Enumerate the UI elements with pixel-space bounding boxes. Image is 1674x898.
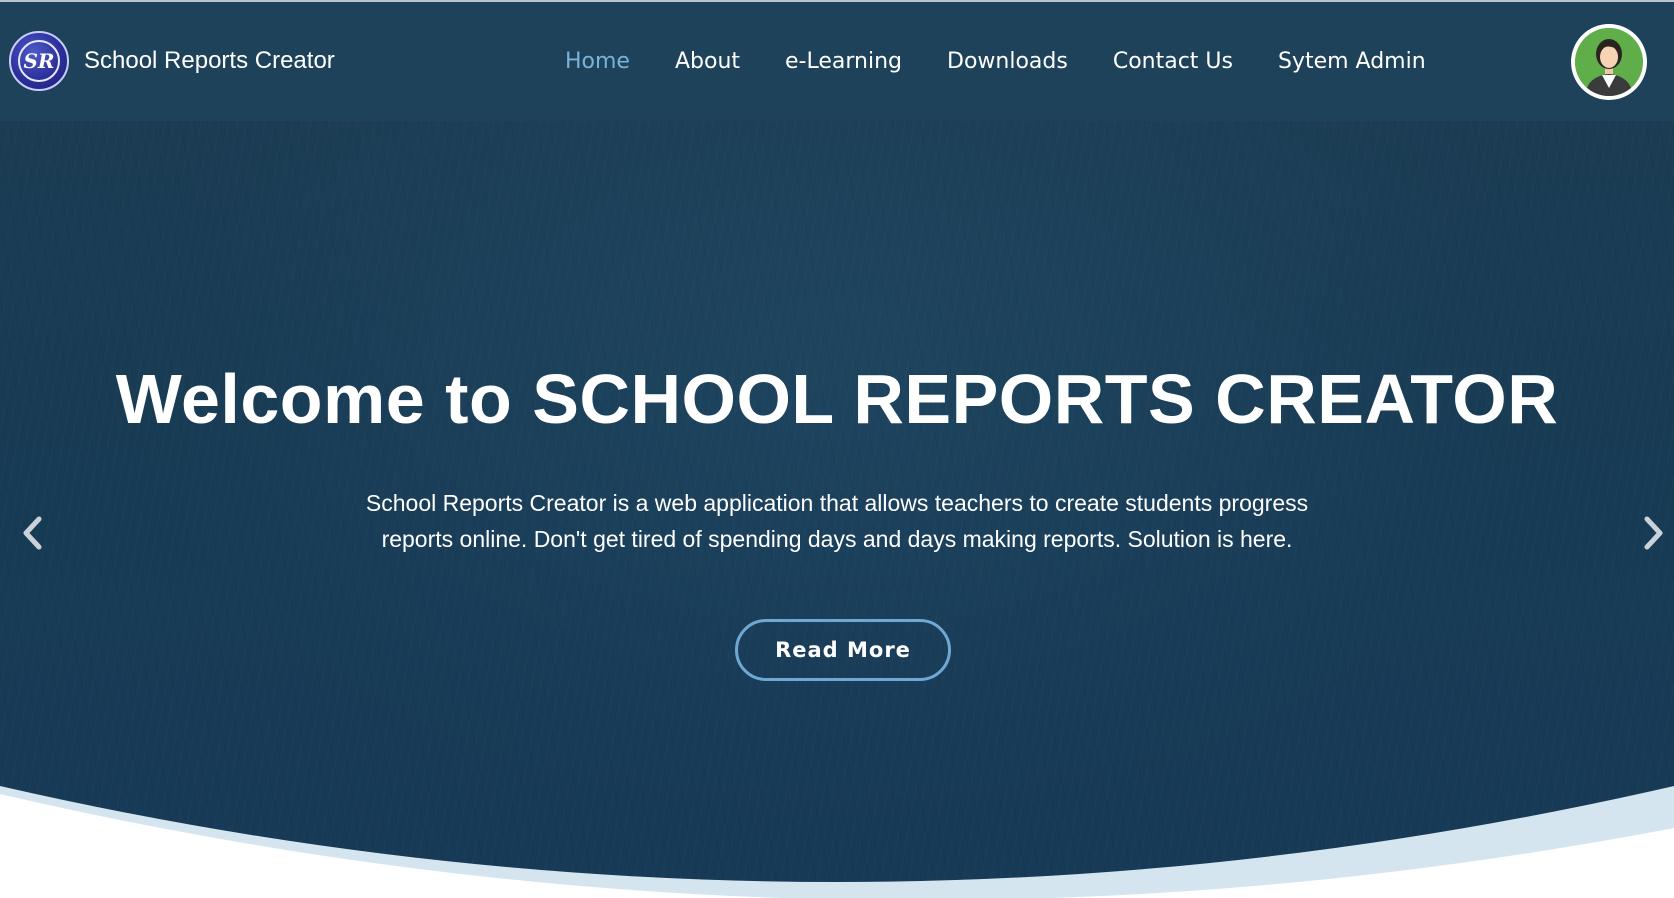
page: SR School Reports Creator Home About e-L… [0, 0, 1674, 898]
nav-downloads[interactable]: Downloads [947, 49, 1068, 74]
read-more-button[interactable]: Read More [735, 619, 951, 681]
hero-subtitle-line-1: School Reports Creator is a web applicat… [365, 490, 1309, 516]
carousel-prev-button[interactable] [12, 503, 52, 563]
top-border [0, 0, 1674, 2]
logo-icon[interactable]: SR [9, 31, 69, 91]
logo-monogram: SR [18, 40, 60, 82]
chevron-right-icon [1644, 516, 1663, 550]
nav-contact-us[interactable]: Contact Us [1113, 49, 1233, 74]
user-avatar-icon [1575, 28, 1643, 96]
nav-about[interactable]: About [675, 49, 740, 74]
main-nav: Home About e-Learning Downloads Contact … [565, 2, 1426, 121]
carousel-next-button[interactable] [1634, 503, 1674, 563]
hero-subtitle-line-2: reports online. Don't get tired of spend… [381, 526, 1293, 552]
nav-e-learning[interactable]: e-Learning [785, 49, 902, 74]
hero-title: Welcome to SCHOOL REPORTS CREATOR [115, 360, 1559, 438]
site-header: SR School Reports Creator Home About e-L… [0, 2, 1674, 121]
hero-subtitle: School Reports Creator is a web applicat… [337, 485, 1337, 557]
hero-bottom-wave [0, 786, 1674, 898]
brand[interactable]: SR School Reports Creator [9, 30, 335, 92]
user-avatar[interactable] [1571, 24, 1647, 100]
chevron-left-icon [23, 516, 42, 550]
brand-name[interactable]: School Reports Creator [84, 47, 335, 75]
hero-carousel: Welcome to SCHOOL REPORTS CREATOR School… [0, 121, 1674, 898]
nav-home[interactable]: Home [565, 49, 630, 74]
nav-system-admin[interactable]: Sytem Admin [1278, 49, 1426, 74]
